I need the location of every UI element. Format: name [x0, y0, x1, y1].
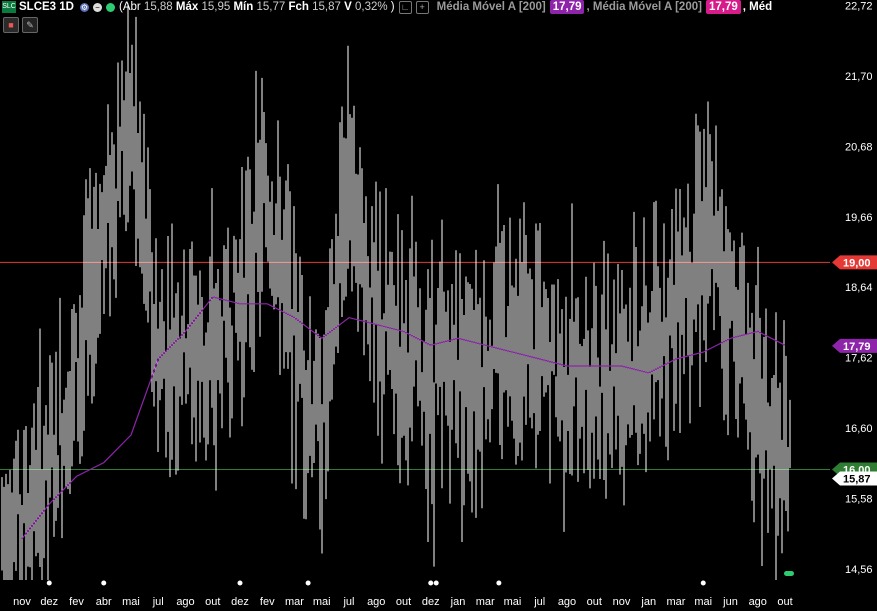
y-tick-label: 20,68 — [845, 141, 873, 153]
symbol-label[interactable]: SLCE3 1D — [19, 0, 74, 14]
y-tick-label: 15,58 — [845, 494, 873, 506]
x-tick-label: abr — [96, 596, 112, 608]
x-tick-label: jul — [342, 596, 354, 608]
add-indicator-button[interactable]: + — [415, 0, 429, 14]
event-marker — [237, 580, 243, 586]
event-marker — [305, 580, 311, 586]
event-marker — [700, 580, 706, 586]
y-tick-label: 17,62 — [845, 353, 873, 365]
x-tick-label: mai — [504, 596, 522, 608]
x-tick-label: nov — [13, 596, 31, 608]
color-picker-icon[interactable]: ■ — [3, 17, 19, 33]
current-marker — [784, 571, 794, 576]
settings-icon[interactable]: ⚙ — [79, 2, 89, 12]
x-tick-label: mar — [285, 596, 304, 608]
indicator-value-2: 17,79 — [705, 0, 741, 14]
x-tick-label: jul — [533, 596, 545, 608]
x-tick-label: out — [205, 596, 220, 608]
price-tag-0: 17,79 — [843, 341, 871, 353]
x-tick-label: ago — [558, 596, 576, 608]
y-tick-label: 18,64 — [845, 282, 873, 294]
indicator-label-2[interactable]: , Média Móvel A [200] — [586, 0, 701, 14]
exchange-logo-icon: SLC — [2, 1, 16, 13]
x-tick-label: mar — [667, 596, 686, 608]
chart-header: SLC SLCE3 1D ⚙ − (Abr 15,88 Máx 15,95 Mí… — [0, 0, 772, 14]
event-marker — [46, 580, 52, 586]
x-tick-label: out — [396, 596, 411, 608]
x-tick-label: fev — [260, 596, 275, 608]
y-tick-label: 16,60 — [845, 423, 873, 435]
event-marker — [496, 580, 502, 586]
x-tick-label: ago — [749, 596, 767, 608]
x-tick-label: jan — [640, 596, 656, 608]
x-tick-label: mai — [313, 596, 331, 608]
x-tick-label: dez — [422, 596, 440, 608]
x-tick-label: mai — [694, 596, 712, 608]
collapse-icon[interactable]: ∟ — [398, 0, 412, 14]
x-tick-label: ago — [367, 596, 385, 608]
y-tick-label: 19,66 — [845, 212, 873, 224]
pencil-icon[interactable]: ✎ — [22, 17, 38, 33]
x-tick-label: mai — [122, 596, 140, 608]
event-marker — [101, 580, 107, 586]
price-chart[interactable]: 22,72 21,70 20,68 19,66 18,64 17,62 16,60 15,58… — [0, 0, 877, 611]
x-tick-label: dez — [231, 596, 249, 608]
x-tick-label: out — [777, 596, 792, 608]
y-tick-label: 21,70 — [845, 71, 873, 83]
indicator-label-1[interactable]: Média Móvel A [200] — [437, 0, 546, 14]
x-tick-label: ago — [176, 596, 194, 608]
hide-icon[interactable]: − — [92, 2, 102, 12]
x-tick-label: jul — [152, 596, 164, 608]
x-tick-label: mar — [476, 596, 495, 608]
status-dot-icon — [105, 2, 115, 12]
x-tick-label: nov — [613, 596, 631, 608]
x-tick-label: jun — [722, 596, 738, 608]
line-price-tag-0: 19,00 — [843, 257, 871, 269]
x-tick-label: fev — [69, 596, 84, 608]
price-tag-1: 15,87 — [843, 474, 871, 486]
y-tick-label: 14,56 — [845, 564, 873, 576]
x-tick-label: jan — [450, 596, 466, 608]
event-marker — [428, 580, 434, 586]
event-marker — [433, 580, 439, 586]
y-tick-label: 22,72 — [845, 1, 873, 13]
indicator-label-3[interactable]: , Méd — [743, 0, 772, 14]
x-tick-label: dez — [40, 596, 58, 608]
indicator-value-1: 17,79 — [549, 0, 585, 14]
x-tick-label: out — [587, 596, 602, 608]
drawing-toolbar: ■ ✎ — [3, 17, 38, 33]
ohlc-values: (Abr 15,88 Máx 15,95 Mín 15,77 Fch 15,87… — [118, 1, 395, 13]
